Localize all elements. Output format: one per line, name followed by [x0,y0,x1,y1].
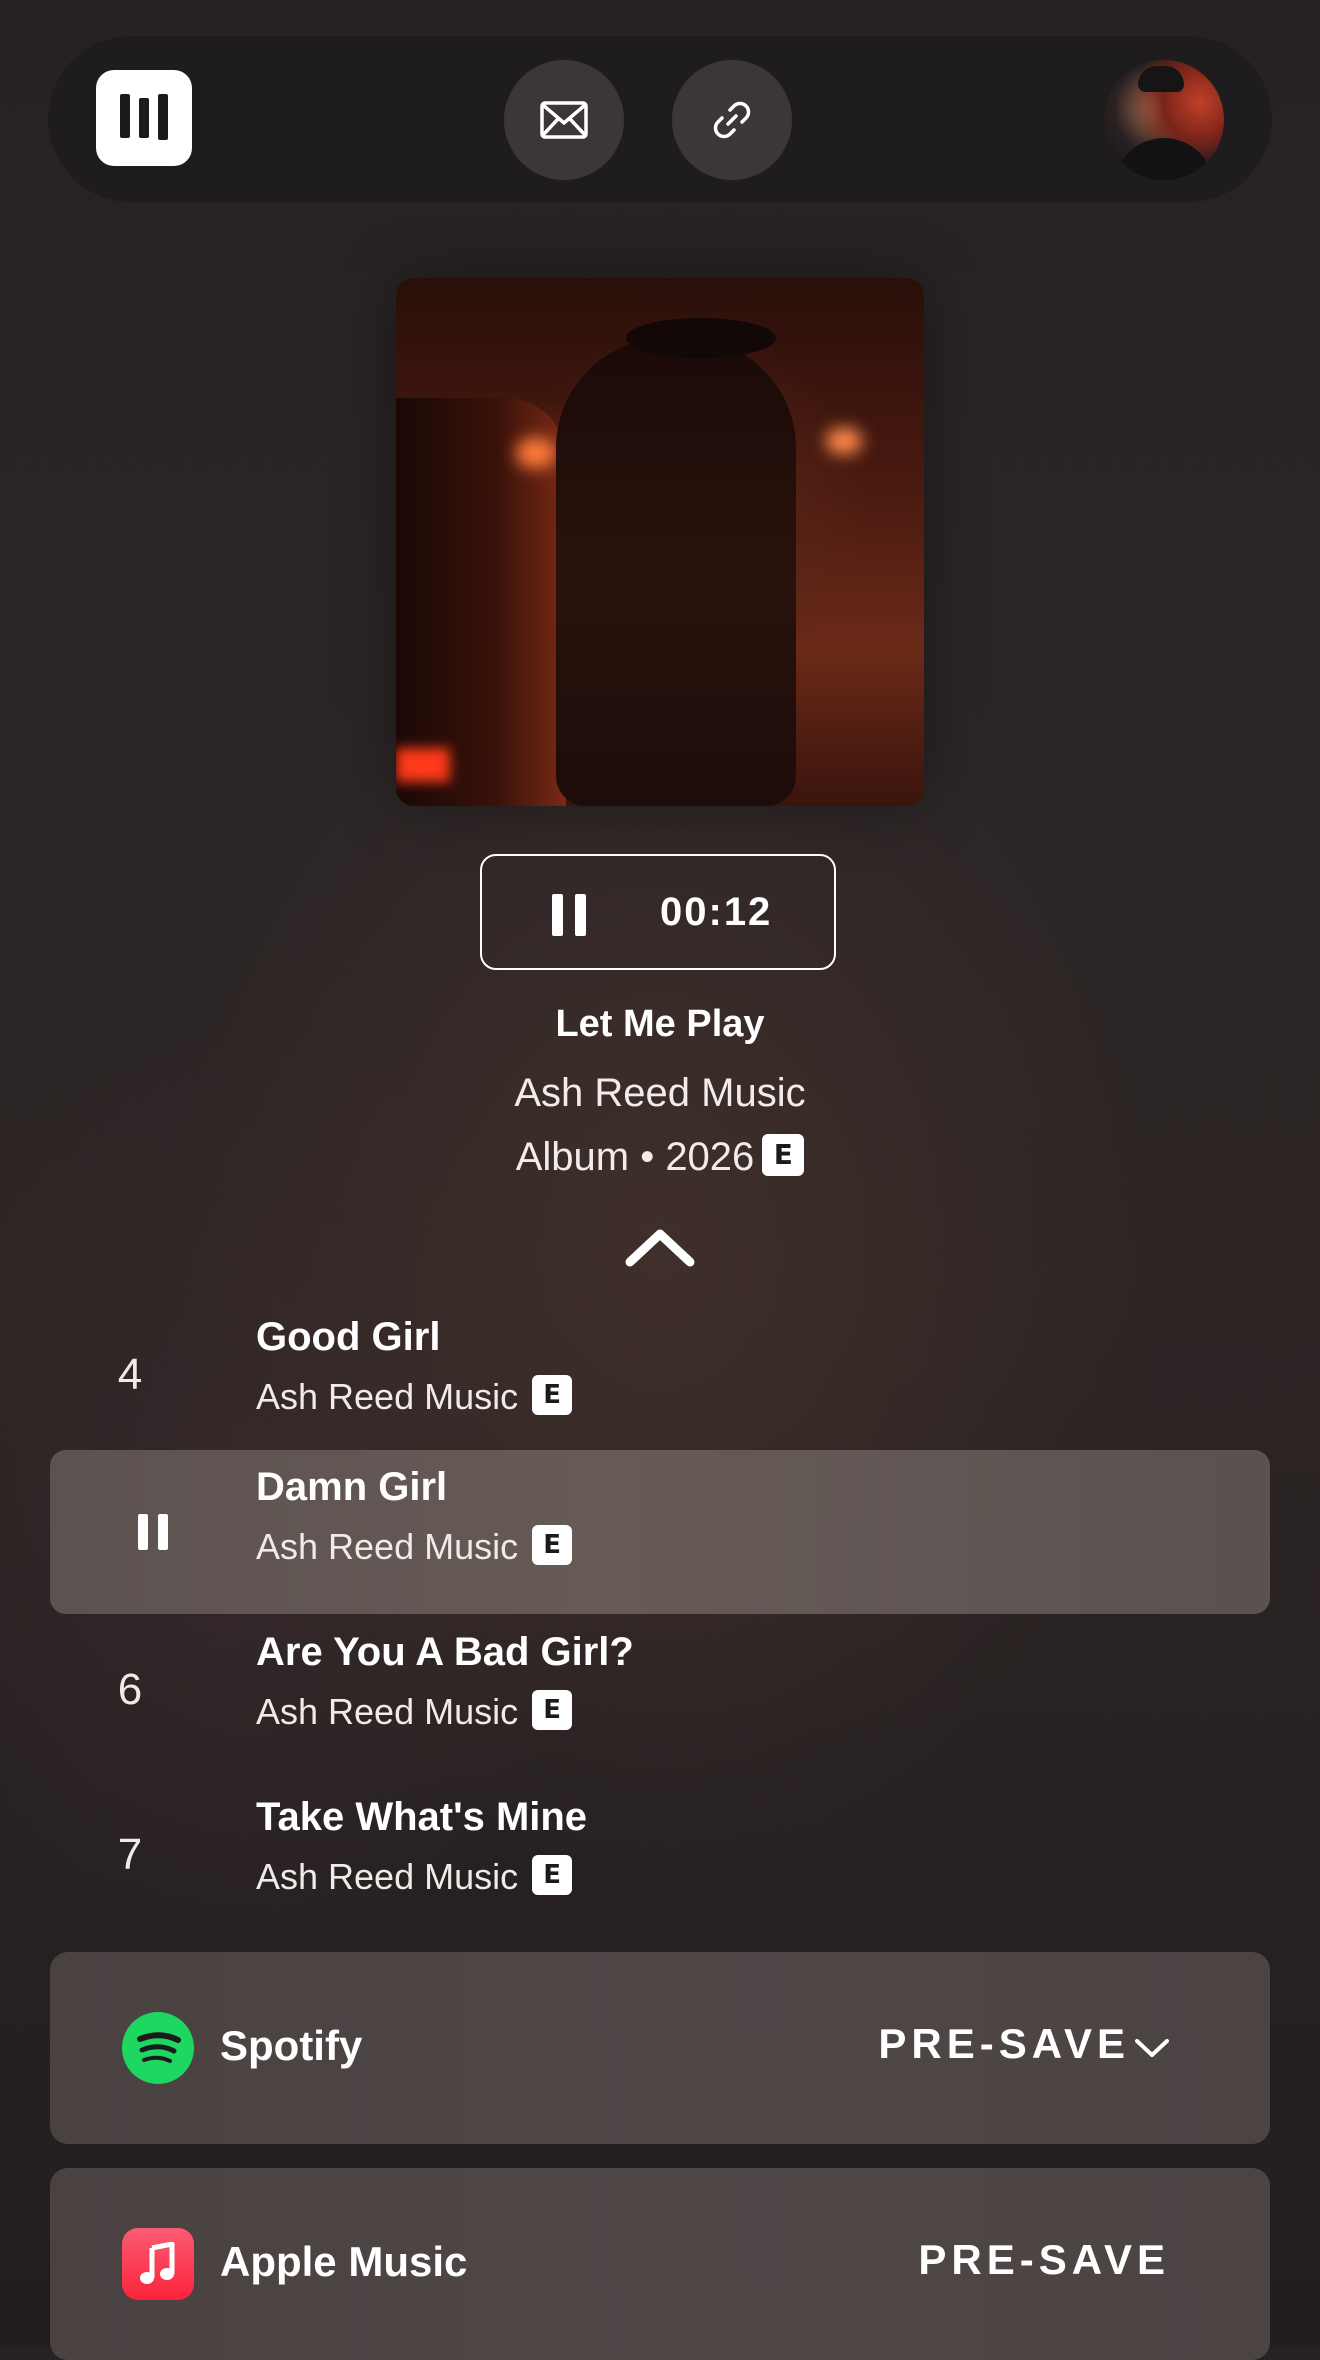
track-title: Take What's Mine [256,1795,588,1839]
spotify-presave-row[interactable]: Spotify PRE-SAVE [50,1952,1270,2144]
track-artist: Ash Reed Music [256,1856,519,1897]
track-artist: Ash Reed Music [256,1691,519,1732]
chevron-up-icon [625,1229,695,1267]
spotify-icon [122,2012,194,2084]
logo-icon[interactable] [96,70,192,166]
artist-avatar[interactable] [1104,60,1224,180]
release-artist[interactable]: Ash Reed Music [0,1071,1320,1116]
envelope-icon [540,101,588,139]
track-title: Good Girl [256,1315,441,1359]
explicit-badge: E [532,1690,573,1731]
top-bar [48,36,1272,202]
track-number: 4 [117,1350,143,1399]
email-button[interactable] [504,60,624,180]
explicit-badge: E [532,1375,573,1416]
playback-control[interactable]: 00:12 [480,854,836,970]
presave-button[interactable]: PRE-SAVE [878,2020,1130,2068]
track-title: Damn Girl [256,1465,448,1509]
track-number: 7 [117,1830,143,1879]
service-name: Spotify [220,2022,363,2069]
track-artist-line: Ash Reed Music E [256,1855,573,1899]
album-cover [396,278,924,806]
release-meta: Album • 2026 E [0,1134,1320,1180]
collapse-tracklist-button[interactable] [620,1222,700,1277]
apple-music-presave-row[interactable]: Apple Music PRE-SAVE [50,2168,1270,2360]
track-row[interactable]: 6 Are You A Bad Girl? Ash Reed Music E [50,1615,1270,1779]
track-title: Are You A Bad Girl? [256,1630,634,1674]
explicit-badge: E [532,1525,573,1566]
explicit-badge: E [532,1855,573,1896]
track-artist: Ash Reed Music [256,1526,519,1567]
track-artist-line: Ash Reed Music E [256,1690,573,1734]
track-artist-line: Ash Reed Music E [256,1375,573,1419]
track-artist-line: Ash Reed Music E [256,1525,573,1569]
track-artist: Ash Reed Music [256,1376,519,1417]
link-icon [713,101,751,139]
track-number: 6 [117,1665,143,1714]
track-row[interactable]: 4 Good Girl Ash Reed Music E [50,1300,1270,1464]
elapsed-time: 00:12 [660,890,773,934]
service-name: Apple Music [220,2238,468,2285]
chevron-down-icon[interactable] [1134,2036,1170,2065]
explicit-badge: E [762,1134,805,1177]
apple-music-icon [122,2228,194,2300]
track-list[interactable]: 4 Good Girl Ash Reed Music E Damn Girl As… [50,1300,1270,1904]
release-title: Let Me Play [555,1003,765,1045]
presave-button[interactable]: PRE-SAVE [918,2236,1170,2284]
track-row[interactable]: 7 Take What's Mine Ash Reed Music E [50,1780,1270,1904]
pause-icon[interactable] [138,1514,168,1550]
copy-link-button[interactable] [672,60,792,180]
release-type-year: Album • 2026 [515,1135,755,1179]
track-row-playing[interactable]: Damn Girl Ash Reed Music E [50,1450,1270,1614]
pause-icon[interactable] [552,894,586,936]
